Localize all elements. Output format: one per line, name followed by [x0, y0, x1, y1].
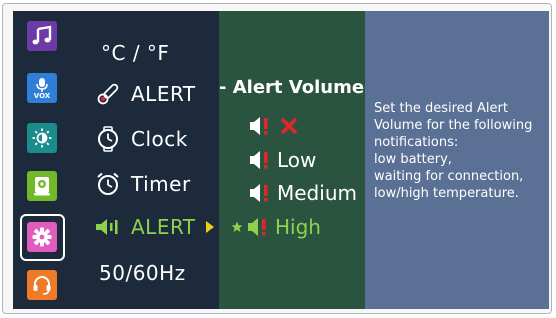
description-panel: Set the desired Alert Volume for the fol… — [365, 11, 549, 309]
menu-item-label: 50/60Hz — [99, 261, 186, 285]
description-line: low/high temperature. — [374, 186, 519, 201]
arrow-right-icon — [205, 221, 214, 233]
volume-option-label: High — [275, 215, 321, 239]
description-line: Set the desired Alert — [374, 101, 508, 116]
speaker-volume-icon — [93, 212, 123, 242]
menu-item-alert-temperature[interactable]: ALERT — [93, 76, 196, 112]
menu-item-label: °C / °F — [101, 41, 170, 65]
speaker-alert-icon — [249, 182, 273, 204]
camera-icon[interactable] — [27, 171, 57, 201]
device-frame: VOX °C / °F ALERT Clock Timer ALERT 50/6… — [2, 3, 552, 314]
vox-label: VOX — [33, 91, 51, 100]
clock-icon — [93, 124, 123, 154]
brightness-icon[interactable] — [27, 123, 57, 153]
description-line: waiting for connection, — [374, 169, 524, 184]
submenu-title: - Alert Volume- — [219, 77, 372, 98]
menu-item-label: ALERT — [131, 82, 196, 106]
microphone-vox-icon[interactable]: VOX — [27, 73, 57, 103]
settings-gear-icon[interactable] — [27, 222, 57, 252]
menu-item-label: ALERT — [131, 215, 196, 239]
timer-icon — [93, 169, 123, 199]
speaker-alert-icon — [247, 216, 271, 238]
volume-option-low[interactable]: Low — [249, 145, 316, 175]
star-icon — [231, 221, 243, 233]
headset-icon[interactable] — [27, 270, 57, 300]
off-x-icon — [279, 116, 299, 136]
menu-item-alert-volume[interactable]: ALERT — [93, 209, 214, 245]
volume-option-medium[interactable]: Medium — [249, 178, 357, 208]
settings-menu: °C / °F ALERT Clock Timer ALERT 50/60Hz — [83, 11, 219, 309]
description-line: notifications: — [374, 135, 459, 150]
volume-option-off[interactable] — [249, 111, 299, 141]
volume-option-label: Medium — [277, 181, 357, 205]
description-line: Volume for the following — [374, 118, 533, 133]
description-text: Set the desired Alert Volume for the fol… — [374, 100, 546, 202]
menu-item-label: Timer — [131, 172, 191, 196]
description-line: low battery, — [374, 152, 452, 167]
volume-option-high[interactable]: High — [231, 212, 321, 242]
speaker-alert-icon — [249, 149, 273, 171]
thermometer-icon — [93, 79, 123, 109]
volume-option-label: Low — [277, 148, 317, 172]
menu-item-clock[interactable]: Clock — [93, 121, 188, 157]
music-note-icon[interactable] — [27, 21, 57, 51]
menu-item-temperature-unit[interactable]: °C / °F — [101, 35, 169, 71]
alert-volume-submenu: - Alert Volume- Low Medium High — [219, 11, 372, 309]
speaker-alert-icon — [249, 115, 273, 137]
monitor-screen: VOX °C / °F ALERT Clock Timer ALERT 50/6… — [13, 11, 549, 309]
menu-item-label: Clock — [131, 127, 188, 151]
sidebar-icons: VOX — [13, 11, 83, 309]
menu-item-frequency[interactable]: 50/60Hz — [99, 255, 186, 291]
menu-item-timer[interactable]: Timer — [93, 166, 191, 202]
